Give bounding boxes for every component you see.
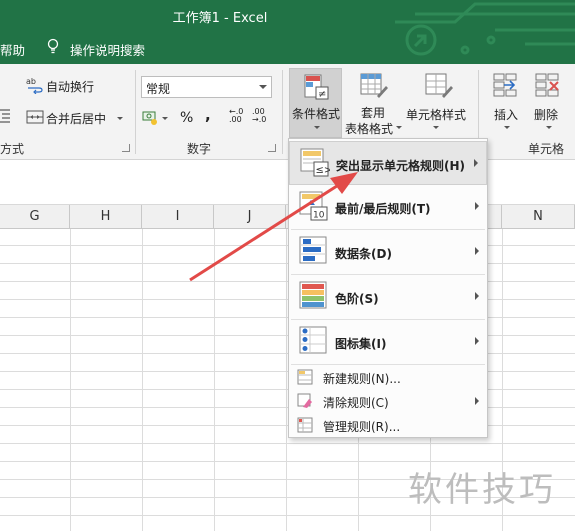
lightbulb-icon — [47, 38, 59, 54]
submenu-arrow-icon — [475, 202, 479, 210]
color-scales-icon — [299, 281, 327, 309]
manage-rules-label: 管理规则(R)... — [323, 420, 401, 434]
highlight-rules-label: 突出显示单元格规则(H) — [336, 159, 466, 173]
conditional-format-label: 条件格式 — [292, 107, 341, 121]
icon-sets-label: 图标集(I) — [335, 337, 387, 351]
conditional-format-menu: ≤> 突出显示单元格规则(H) 10 最前/最后规则(T) 数据条(D) 色阶(… — [288, 138, 488, 438]
cell-styles-icon — [425, 73, 453, 98]
chevron-down-icon — [259, 85, 267, 89]
tell-me-search[interactable]: 操作说明搜索 — [70, 40, 145, 59]
menu-item-icon-sets[interactable]: 图标集(I) — [289, 320, 487, 364]
conditional-format-icon: ≠ — [304, 74, 329, 100]
svg-text:≠: ≠ — [318, 89, 326, 100]
insert-arrow — [504, 126, 510, 129]
submenu-arrow-icon — [475, 397, 479, 405]
insert-label: 插入 — [494, 108, 519, 122]
percent-style-button[interactable]: % — [180, 110, 193, 126]
menu-item-top-bottom-rules[interactable]: 10 最前/最后规则(T) — [289, 185, 487, 229]
format-as-table-button[interactable]: 套用 表格格式 — [343, 68, 403, 138]
icon-sets-icon — [299, 326, 327, 354]
decrease-decimal-button[interactable]: .00 →.0 — [252, 108, 270, 124]
manage-rules-icon — [297, 417, 313, 433]
cell-styles-button[interactable]: 单元格样式 — [404, 68, 468, 138]
accounting-dropdown-arrow[interactable] — [162, 117, 168, 120]
conditional-format-arrow — [314, 126, 320, 129]
column-header-h[interactable]: H — [70, 205, 142, 229]
submenu-arrow-icon — [475, 337, 479, 345]
conditional-format-button[interactable]: ≠ 条件格式 — [289, 68, 342, 138]
menu-item-highlight-cells-rules[interactable]: ≤> 突出显示单元格规则(H) — [289, 141, 487, 185]
submenu-arrow-icon — [474, 159, 478, 167]
comma-style-button[interactable]: , — [205, 106, 211, 124]
svg-text:≤>: ≤> — [316, 165, 331, 176]
top-bottom-rules-icon: 10 — [299, 191, 328, 221]
number-launcher[interactable] — [268, 144, 276, 152]
merge-center-icon — [26, 110, 44, 124]
svg-text:ab: ab — [26, 77, 36, 86]
cells-group-label: 单元格 — [528, 142, 565, 156]
clear-rules-label: 清除规则(C) — [323, 396, 389, 410]
number-format-combo[interactable]: 常规 — [141, 76, 272, 98]
wrap-text-button[interactable]: 自动换行 — [46, 78, 94, 95]
column-header-g[interactable]: G — [0, 205, 70, 229]
watermark-text: 软件技巧 — [408, 470, 556, 510]
menu-item-clear-rules[interactable]: 清除规则(C) — [289, 389, 487, 413]
cell-styles-label: 单元格样式 — [406, 108, 467, 122]
top-bottom-rules-label: 最前/最后规则(T) — [335, 202, 431, 216]
column-header-n[interactable]: N — [502, 205, 575, 229]
increase-decimal-button[interactable]: ←.0 .00 — [229, 108, 247, 124]
title-decoration — [395, 2, 575, 56]
delete-label: 删除 — [534, 108, 559, 122]
svg-text:10: 10 — [313, 211, 325, 221]
format-as-table-icon — [360, 73, 388, 98]
wrap-text-icon: ab — [26, 77, 43, 94]
format-as-table-arrow — [396, 126, 402, 129]
data-bars-label: 数据条(D) — [335, 247, 392, 261]
column-header-i[interactable]: I — [142, 205, 214, 229]
delete-cells-icon — [535, 73, 559, 97]
cell-styles-arrow — [433, 126, 439, 129]
number-group-label: 数字 — [187, 142, 212, 156]
column-header-j[interactable]: J — [214, 205, 286, 229]
delete-arrow — [546, 126, 552, 129]
submenu-arrow-icon — [475, 292, 479, 300]
menu-item-color-scales[interactable]: 色阶(S) — [289, 275, 487, 319]
help-tab[interactable]: 帮助 — [0, 40, 25, 59]
new-rule-icon — [297, 369, 313, 385]
window-title: 工作簿1 - Excel — [172, 11, 268, 26]
color-scales-label: 色阶(S) — [335, 292, 379, 306]
highlight-rules-icon: ≤> — [300, 148, 331, 177]
delete-cells-button[interactable]: 删除 — [528, 68, 570, 138]
indent-icon[interactable] — [0, 106, 12, 124]
insert-cells-icon — [493, 73, 517, 97]
format-as-table-label-2: 表格格式 — [345, 122, 394, 136]
menu-item-data-bars[interactable]: 数据条(D) — [289, 230, 487, 274]
merge-dropdown-arrow[interactable] — [117, 117, 123, 120]
new-rule-label: 新建规则(N)... — [323, 372, 401, 386]
insert-cells-button[interactable]: 插入 — [486, 68, 526, 138]
accounting-format-icon[interactable] — [142, 108, 160, 126]
data-bars-icon — [299, 236, 327, 264]
format-as-table-label-1: 套用 — [361, 106, 386, 120]
alignment-group-label: 方式 — [0, 142, 25, 156]
number-format-value: 常规 — [146, 82, 171, 96]
menu-item-new-rule[interactable]: 新建规则(N)... — [289, 365, 487, 389]
clear-rules-icon — [297, 393, 312, 408]
submenu-arrow-icon — [475, 247, 479, 255]
alignment-launcher[interactable] — [122, 144, 130, 152]
merge-center-button[interactable]: 合并后居中 — [46, 110, 106, 127]
menu-item-manage-rules[interactable]: 管理规则(R)... — [289, 413, 487, 437]
